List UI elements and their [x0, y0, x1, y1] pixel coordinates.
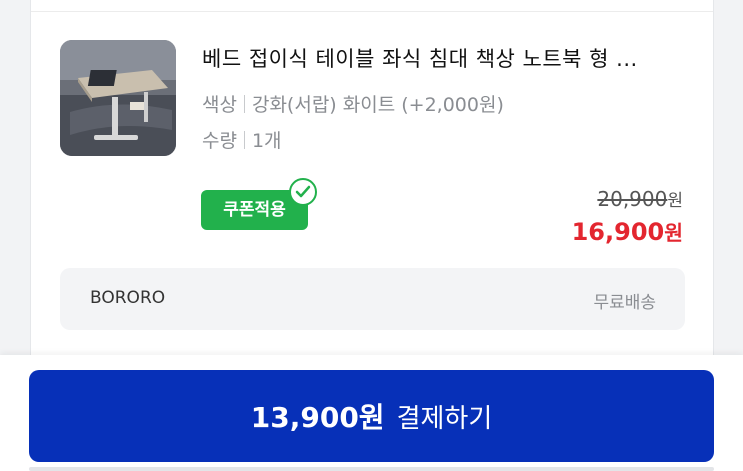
checkout-bar: 13,900원 결제하기: [0, 355, 743, 471]
divider: [31, 11, 713, 12]
pay-button[interactable]: 13,900원 결제하기: [29, 370, 714, 462]
product-thumbnail[interactable]: [60, 40, 176, 156]
check-circle-icon: [289, 178, 317, 206]
original-price: 20,900원: [597, 186, 683, 211]
order-summary-page: 베드 접이식 테이블 좌식 침대 책상 노트북 형 ... 색상 강화(서랍) 화…: [0, 0, 743, 471]
order-item-card: 베드 접이식 테이블 좌식 침대 책상 노트북 형 ... 색상 강화(서랍) 화…: [30, 0, 714, 370]
original-price-unit: 원: [667, 191, 683, 211]
option-quantity-label: 수량: [202, 130, 237, 152]
option-quantity-row: 수량 1개: [202, 126, 282, 153]
sale-price-value: 16,900: [571, 218, 665, 246]
separator: [243, 131, 245, 149]
seller-name[interactable]: BORORO: [90, 288, 165, 308]
folding-desk-photo-icon: [60, 40, 176, 156]
product-title[interactable]: 베드 접이식 테이블 좌식 침대 책상 노트북 형 ...: [202, 43, 682, 73]
original-price-value: 20,900: [597, 187, 668, 211]
home-indicator: [29, 467, 714, 471]
seller-shipping-box: BORORO 무료배송: [60, 268, 685, 330]
pay-amount: 13,900원: [250, 401, 385, 434]
separator: [243, 95, 245, 113]
option-color-label: 색상: [202, 94, 237, 116]
sale-price: 16,900원: [572, 216, 683, 246]
option-color-row: 색상 강화(서랍) 화이트 (+2,000원): [202, 90, 504, 117]
option-quantity-value: 1개: [251, 130, 282, 152]
shipping-info: 무료배송: [593, 293, 656, 313]
sale-price-unit: 원: [664, 221, 683, 245]
option-color-value: 강화(서랍) 화이트 (+2,000원): [251, 94, 504, 116]
pay-label: 결제하기: [396, 403, 493, 434]
